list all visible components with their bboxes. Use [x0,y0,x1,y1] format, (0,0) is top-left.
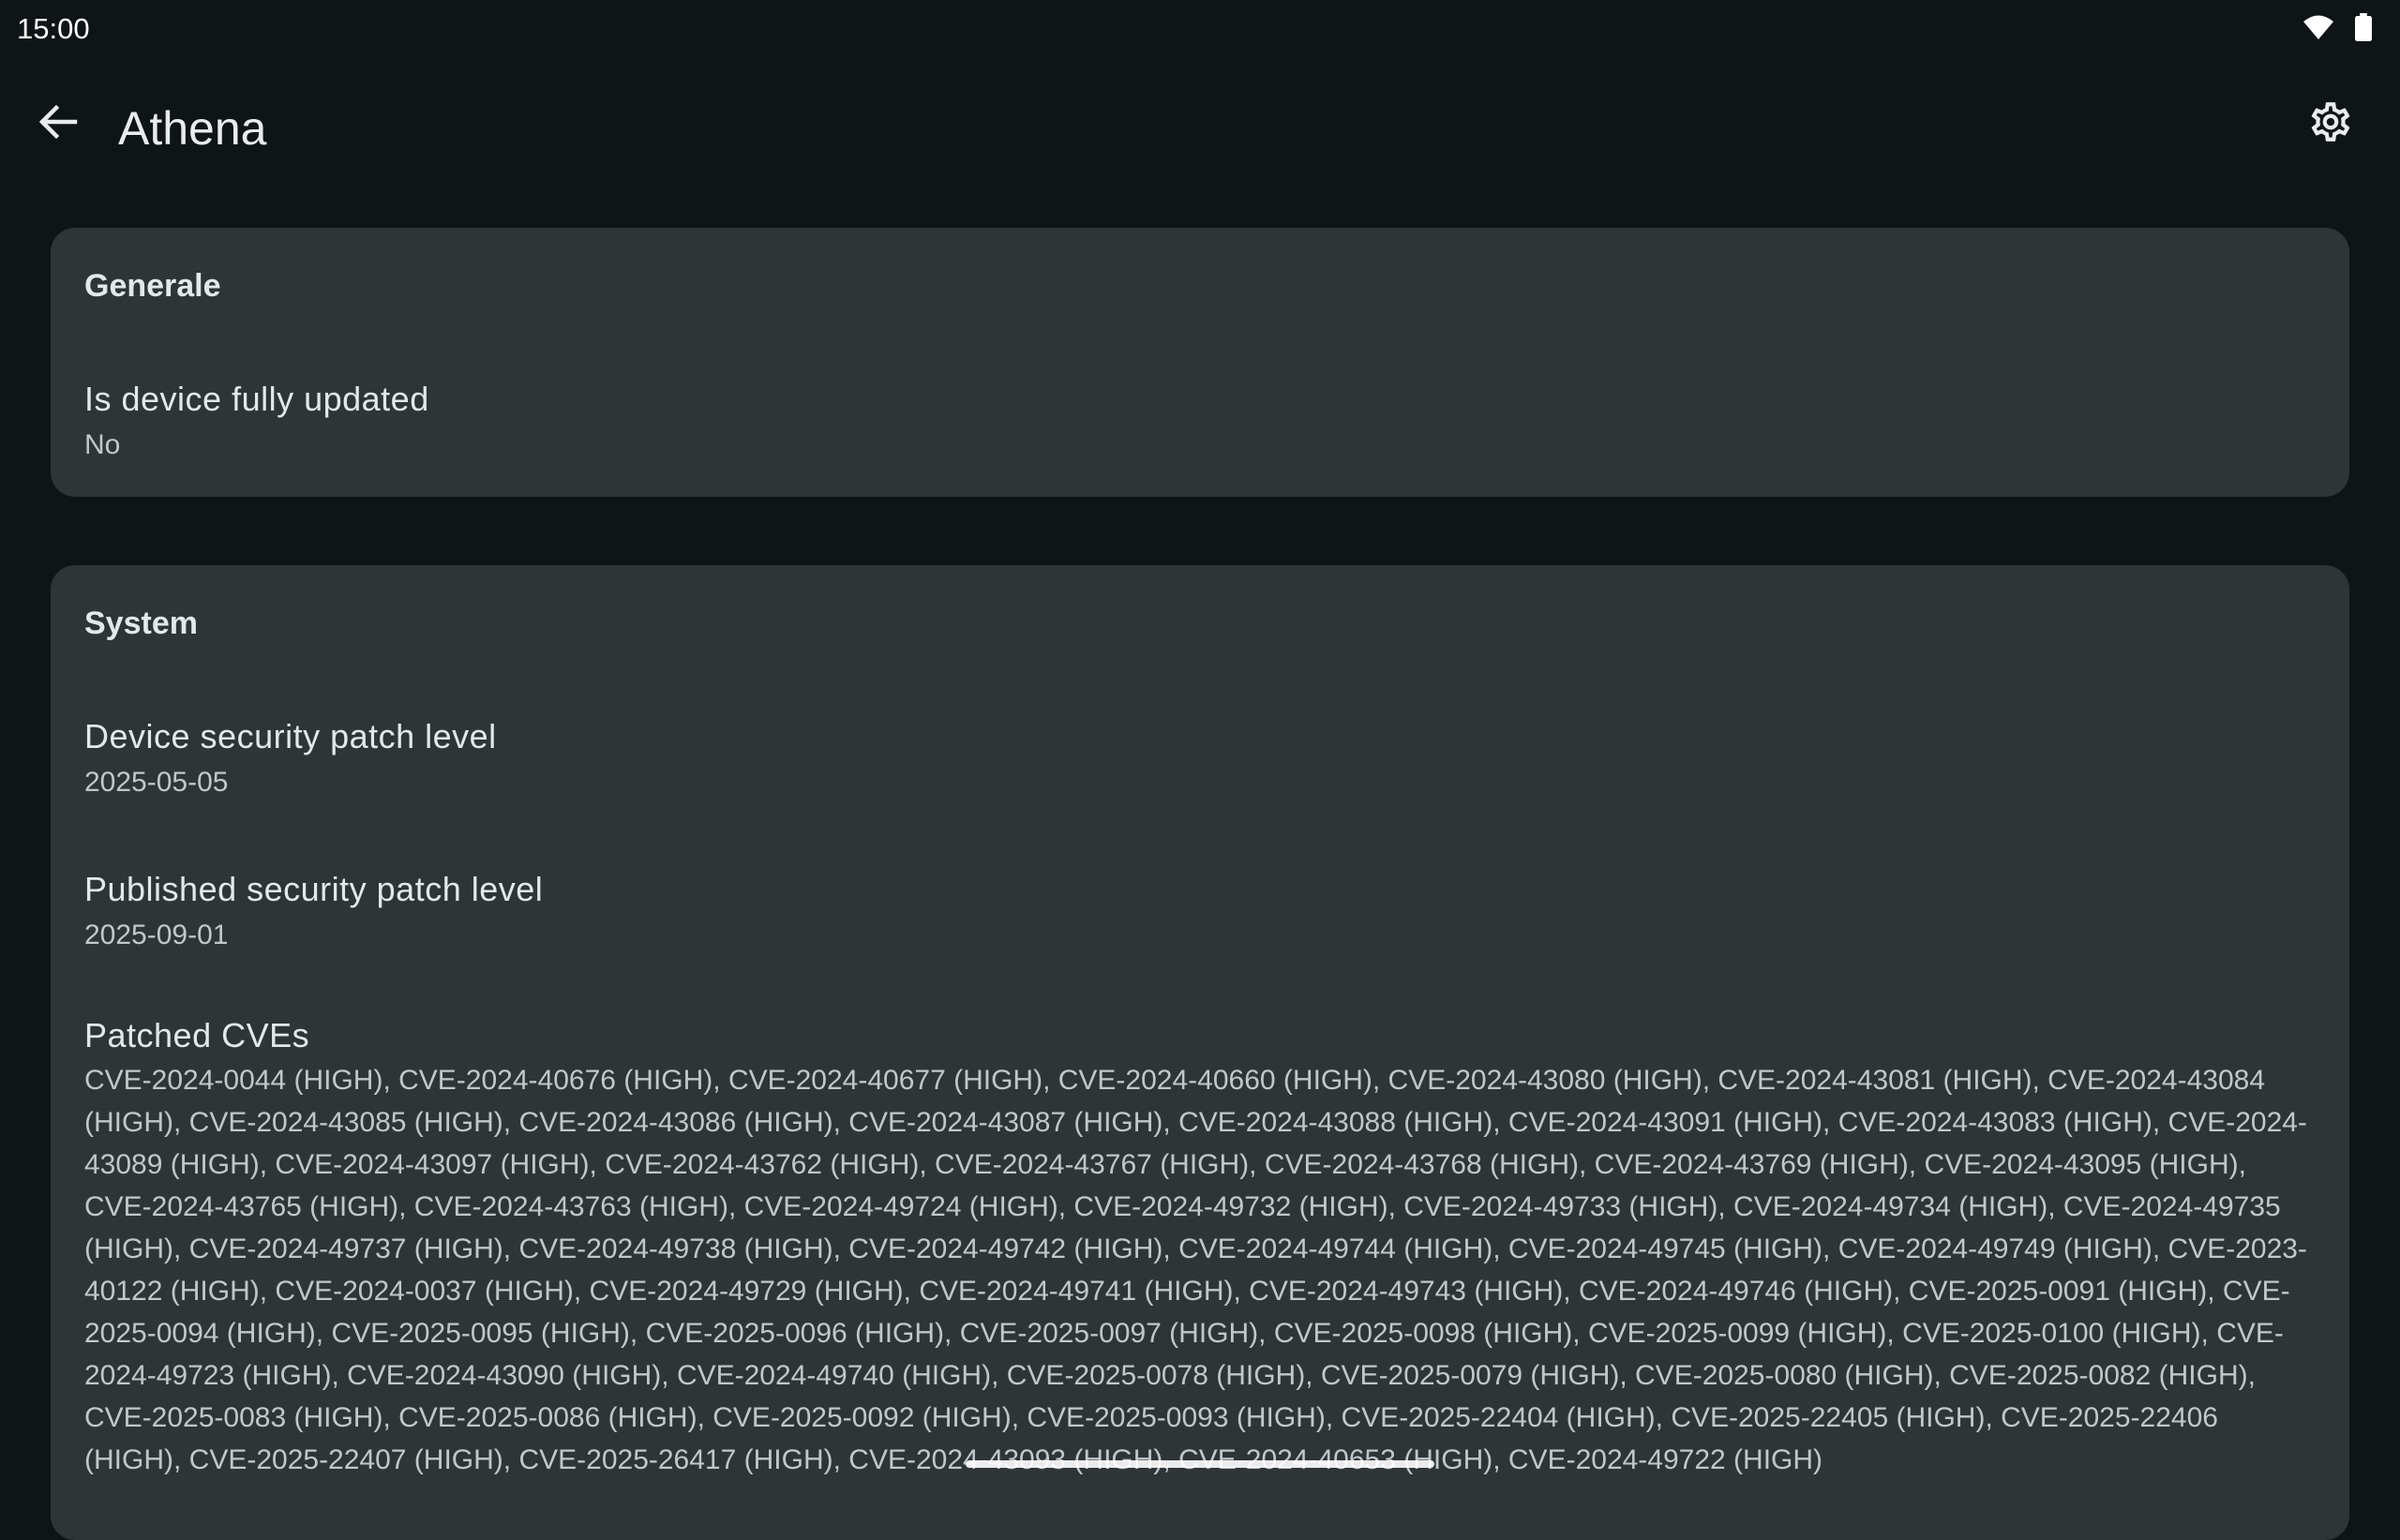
pref-device-patch-title[interactable]: Device security patch level [84,717,497,756]
status-icons [2302,13,2372,46]
settings-button[interactable] [2301,94,2361,154]
arrow-back-icon [38,101,79,147]
pref-patched-cves-title[interactable]: Patched CVEs [84,1016,309,1055]
system-header: System [84,606,198,641]
status-time: 15:00 [17,12,90,45]
pref-published-patch-summary: 2025-09-01 [84,920,229,950]
pref-fully-updated-title[interactable]: Is device fully updated [84,380,429,419]
status-bar: 15:00 [0,0,2400,56]
app-bar: Athena [0,69,2400,184]
pref-device-patch-summary: 2025-05-05 [84,767,229,798]
general-card: Generale Is device fully updated No [51,228,2349,497]
wifi-icon [2302,14,2334,45]
app-title: Athena [118,102,267,155]
patched-cves-list: CVE-2024-0044 (HIGH), CVE-2024-40676 (HI… [84,1065,2307,1475]
system-card: System Device security patch level 2025-… [51,565,2349,1540]
back-button[interactable] [28,94,88,154]
battery-icon [2355,13,2372,46]
gear-icon [2307,98,2354,150]
pref-published-patch-title[interactable]: Published security patch level [84,870,543,909]
pref-fully-updated-summary: No [84,429,121,460]
gesture-nav-handle[interactable] [966,1460,1434,1468]
general-header: Generale [84,268,221,304]
